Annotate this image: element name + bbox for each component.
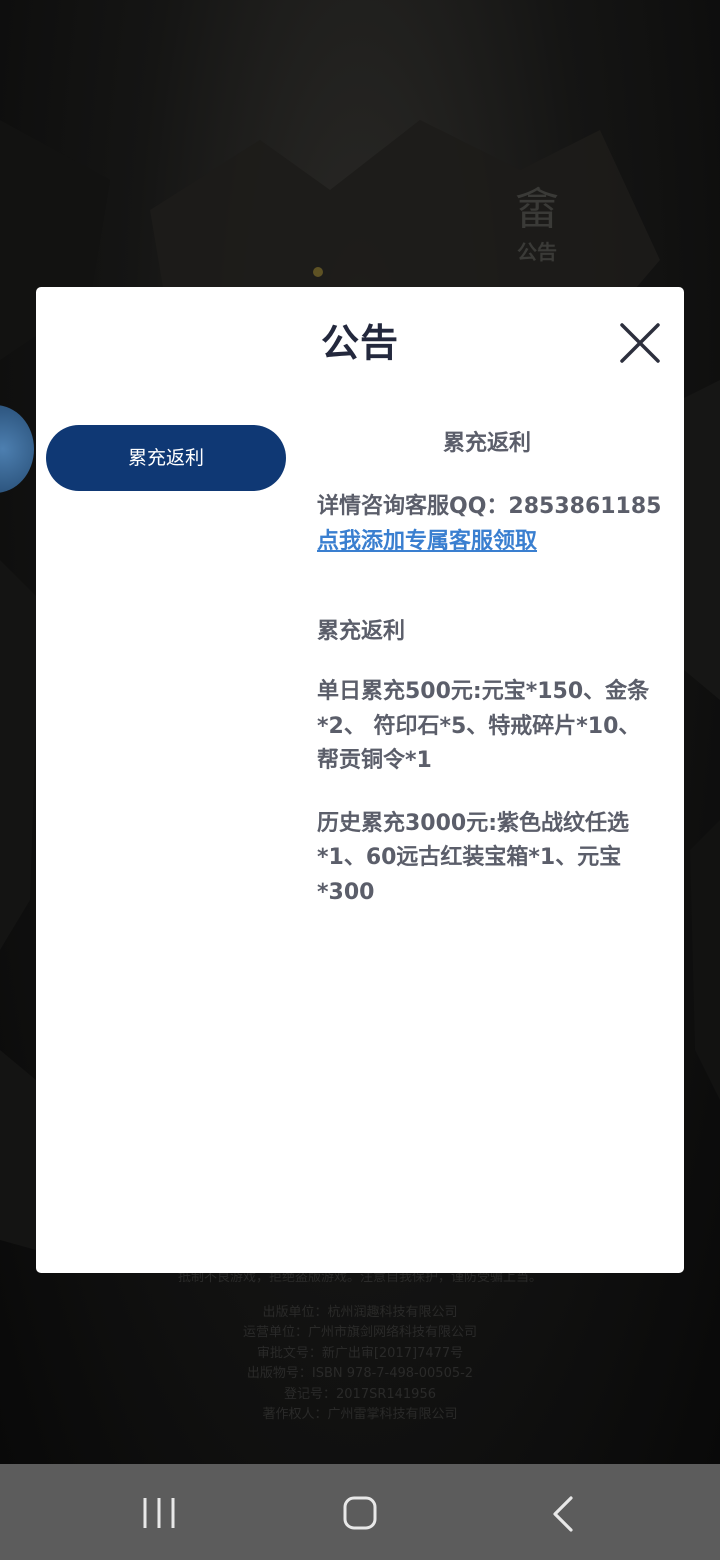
recents-button[interactable] (99, 1464, 219, 1560)
home-icon (343, 1496, 377, 1530)
background-footer: 抵制不良游戏，拒绝盗版游戏。注意自我保护，谨防受骗上当。 出版单位：杭州润趣科技… (0, 1268, 720, 1426)
footer-line: 运营单位：广州市旗剑网络科技有限公司 (242, 1325, 477, 1340)
content-title: 累充返利 (442, 431, 531, 456)
reward-paragraph-history: 历史累充3000元:紫色战纹任选*1、60远古红装宝箱*1、元宝*300 (317, 810, 630, 905)
footer-line: 著作权人：广州雷掌科技有限公司 (262, 1407, 458, 1422)
footer-line: 登记号：2017SR141956 (284, 1386, 436, 1402)
announcement-content: 累充返利 详情咨询客服QQ：2853861185 点我添加专属客服领取 累充返利… (317, 425, 661, 910)
close-icon (620, 323, 660, 363)
footer-line: 出版单位：杭州润趣科技有限公司 (262, 1304, 458, 1320)
system-navigation-bar (0, 1464, 720, 1560)
dialog-title: 公告 (320, 321, 399, 365)
game-screen: 畲 公告 抵制不良游戏，拒绝盗版游戏。注意自我保护，谨防受骗上当。 出版单位：杭… (0, 0, 720, 1560)
contact-text: 详情咨询客服QQ：2853861185 (317, 494, 662, 519)
close-button[interactable] (616, 319, 664, 367)
home-button[interactable] (300, 1464, 420, 1560)
background-notice-label: 公告 (517, 240, 557, 264)
background-notice-icon: 畲 公告 (505, 180, 569, 270)
contact-info: 详情咨询客服QQ：2853861185 点我添加专属客服领取 (317, 489, 661, 559)
tab-cumulative-recharge[interactable]: 累充返利 (46, 425, 286, 491)
section-heading: 累充返利 (317, 619, 406, 644)
footer-line: 出版物号：ISBN 978-7-498-00505-2 (246, 1366, 474, 1381)
back-icon (553, 1496, 573, 1532)
add-service-link[interactable]: 点我添加专属客服领取 (317, 524, 657, 559)
reward-paragraph-daily: 单日累充500元:元宝*150、金条*2、 符印石*5、特戒碎片*10、帮贡铜令… (317, 679, 650, 773)
footer-line: 审批文号：新广出审[2017]7477号 (256, 1345, 464, 1361)
back-button[interactable] (503, 1464, 623, 1560)
notice-board-icon: 畲 (515, 184, 559, 235)
recents-icon (143, 1498, 175, 1528)
